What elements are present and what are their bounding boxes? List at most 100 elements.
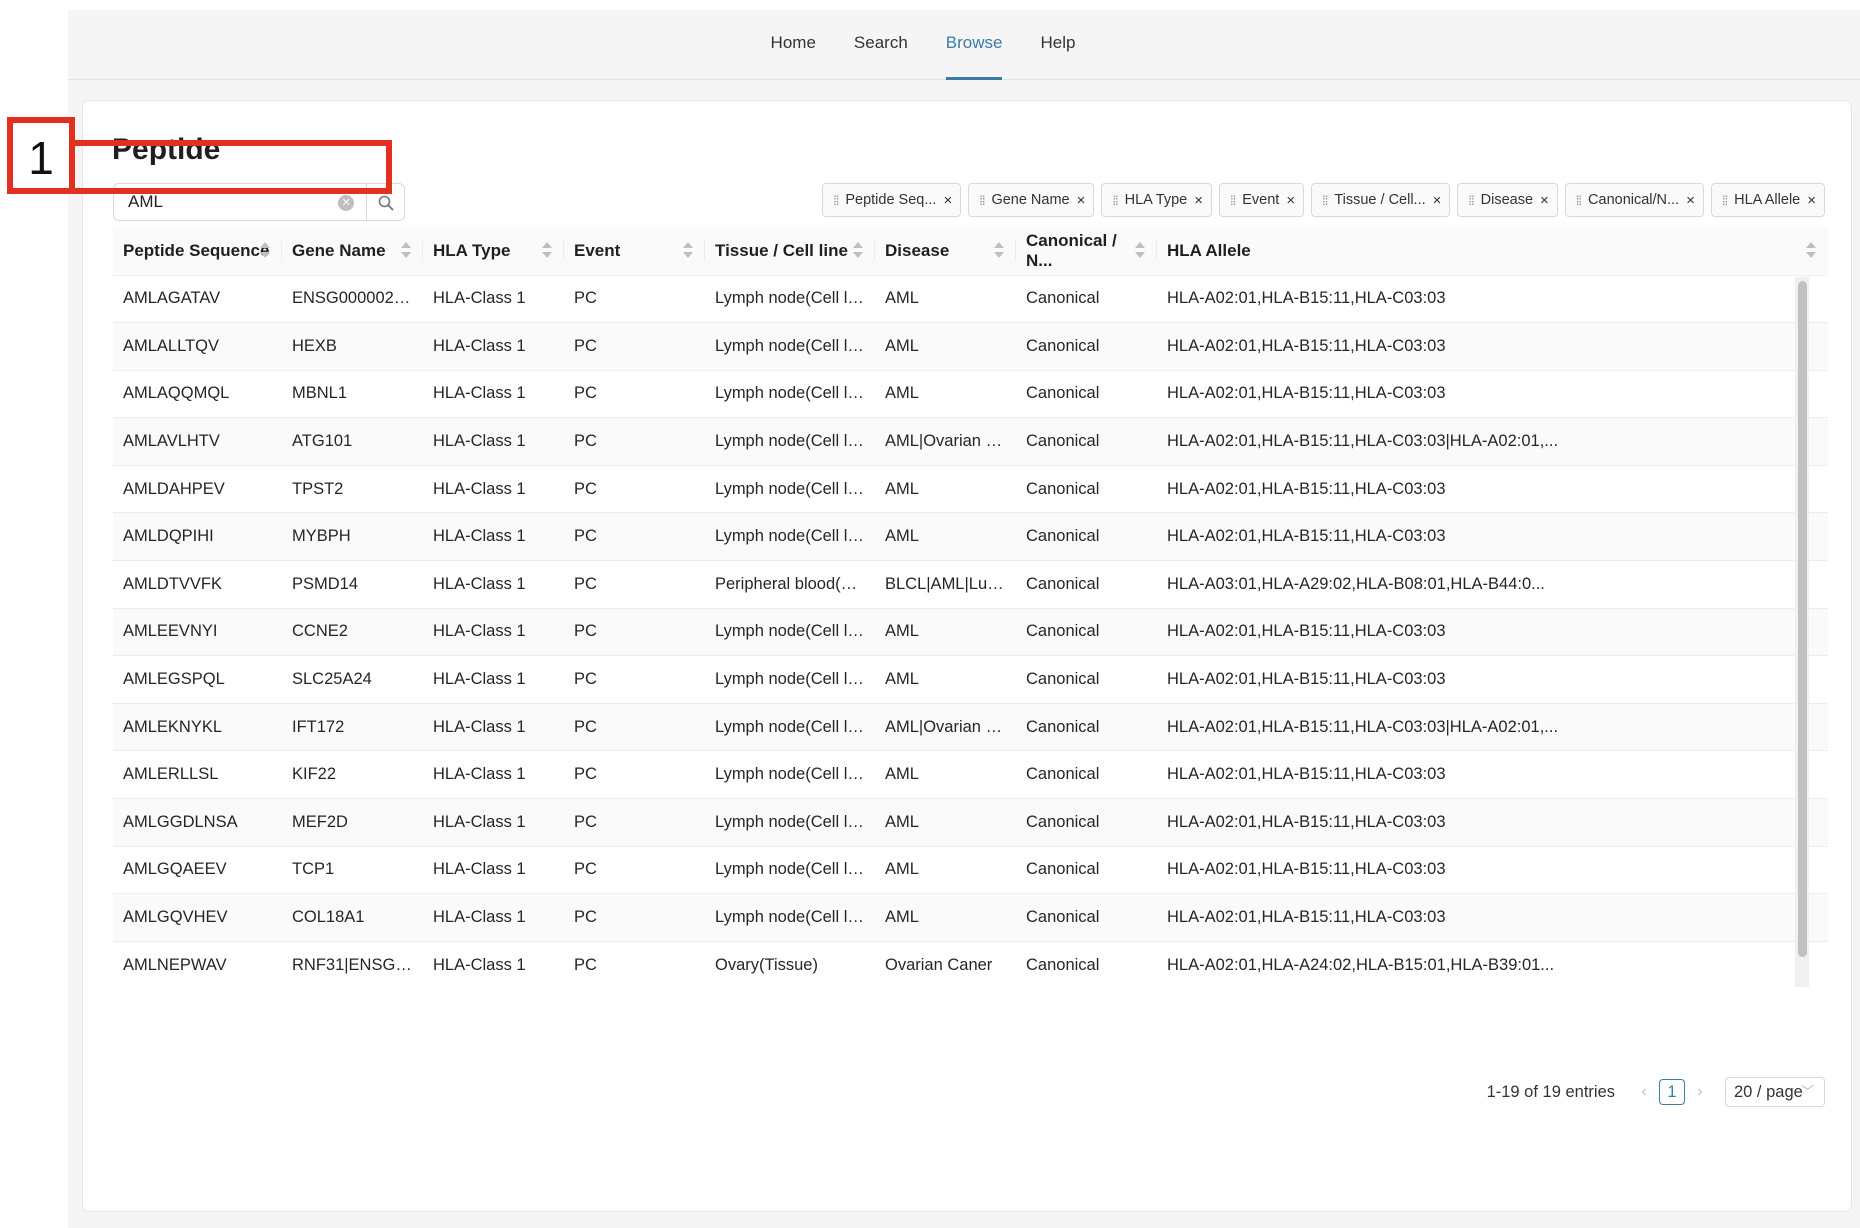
- close-icon[interactable]: ×: [1433, 192, 1442, 209]
- table-cell: AML: [875, 893, 1016, 942]
- sort-icon[interactable]: [542, 242, 552, 260]
- table-row[interactable]: AMLAGATAV ENSG00000283... HLA-Class 1 PC Lym…: [113, 275, 1828, 324]
- close-icon[interactable]: ×: [1686, 192, 1695, 209]
- sort-icon[interactable]: [994, 242, 1004, 260]
- column-header[interactable]: Disease: [875, 227, 1016, 276]
- close-icon[interactable]: ×: [1286, 192, 1295, 209]
- column-chip[interactable]: ⁞⁞ Canonical/N... ×: [1564, 183, 1704, 217]
- table-cell: Canonical: [1016, 512, 1157, 562]
- column-header[interactable]: Event: [564, 227, 705, 276]
- table-cell: AML: [875, 655, 1016, 704]
- column-chips: ⁞⁞ Peptide Seq... × ⁞⁞ Gene Name × ⁞⁞ HLA Type ×…: [822, 183, 1825, 217]
- column-chip-label: Disease: [1480, 192, 1534, 208]
- nav-link-home[interactable]: Home: [752, 10, 835, 80]
- drag-handle-icon[interactable]: ⁞⁞: [1112, 193, 1118, 208]
- drag-handle-icon[interactable]: ⁞⁞: [833, 193, 839, 208]
- table-cell: Lymph node(Cell line): [705, 512, 875, 562]
- sort-icon[interactable]: [683, 242, 693, 260]
- table-row[interactable]: AMLDAHPEV TPST2 HLA-Class 1 PC Lymph node(Ce…: [113, 465, 1828, 514]
- column-header[interactable]: HLA Type: [423, 227, 564, 276]
- column-chip[interactable]: ⁞⁞ Event ×: [1219, 183, 1305, 217]
- table-row[interactable]: AMLEEVNYI CCNE2 HLA-Class 1 PC Lymph node(Ce…: [113, 608, 1828, 657]
- table-cell: AMLDAHPEV: [113, 465, 282, 514]
- table-cell: Canonical: [1016, 846, 1157, 895]
- column-header[interactable]: HLA Allele: [1157, 227, 1828, 276]
- table-row[interactable]: AMLGQVHEV COL18A1 HLA-Class 1 PC Lymph node(…: [113, 893, 1828, 942]
- drag-handle-icon[interactable]: ⁞⁞: [1468, 193, 1474, 208]
- table-cell: Canonical: [1016, 560, 1157, 609]
- table-row[interactable]: AMLAQQMQL MBNL1 HLA-Class 1 PC Lymph node(Ce…: [113, 370, 1828, 419]
- table-cell: Canonical: [1016, 275, 1157, 324]
- table-cell: HLA-Class 1: [423, 798, 564, 847]
- drag-handle-icon[interactable]: ⁞⁞: [979, 193, 985, 208]
- annotation-marker: 1: [7, 117, 75, 194]
- drag-handle-icon[interactable]: ⁞⁞: [1576, 193, 1582, 208]
- table-row[interactable]: AMLNEPWAV RNF31|ENSG000... HLA-Class 1 PC Ov…: [113, 941, 1828, 987]
- table-row[interactable]: AMLALLTQV HEXB HLA-Class 1 PC Lymph node(Cel…: [113, 322, 1828, 371]
- table-cell: PC: [564, 560, 705, 609]
- column-header[interactable]: Gene Name: [282, 227, 423, 276]
- column-chip[interactable]: ⁞⁞ HLA Type ×: [1101, 183, 1212, 217]
- column-chip[interactable]: ⁞⁞ Gene Name ×: [968, 183, 1095, 217]
- table-cell: TCP1: [282, 846, 423, 895]
- table-cell: AML|Ovarian Ca...: [875, 417, 1016, 466]
- sort-icon[interactable]: [1806, 242, 1816, 260]
- scrollbar-thumb[interactable]: [1798, 281, 1807, 957]
- table-cell: Ovarian Caner: [875, 941, 1016, 987]
- table-cell: PC: [564, 703, 705, 752]
- table-row[interactable]: AMLEGSPQL SLC25A24 HLA-Class 1 PC Lymph node…: [113, 655, 1828, 704]
- close-icon[interactable]: ×: [943, 192, 952, 209]
- column-chip[interactable]: ⁞⁞ HLA Allele ×: [1710, 183, 1825, 217]
- column-chip[interactable]: ⁞⁞ Tissue / Cell... ×: [1311, 183, 1451, 217]
- results-table: Peptide Sequence Gene Name HLA Type Event Ti…: [113, 227, 1828, 987]
- close-icon[interactable]: ×: [1807, 192, 1816, 209]
- nav-link-search[interactable]: Search: [835, 10, 927, 80]
- column-header[interactable]: Canonical / N...: [1016, 227, 1157, 276]
- table-cell: Lymph node(Cell line): [705, 370, 875, 419]
- column-chip[interactable]: ⁞⁞ Disease ×: [1457, 183, 1558, 217]
- table-cell: PC: [564, 846, 705, 895]
- page-size-select[interactable]: 20 / page ﹀: [1725, 1077, 1825, 1107]
- table-cell: AMLDTVVFK: [113, 560, 282, 609]
- close-icon[interactable]: ×: [1077, 192, 1086, 209]
- sort-icon[interactable]: [1135, 242, 1145, 260]
- table-cell: AML: [875, 322, 1016, 371]
- column-header-label: Peptide Sequence: [123, 240, 270, 260]
- drag-handle-icon[interactable]: ⁞⁞: [1722, 193, 1728, 208]
- nav-link-browse[interactable]: Browse: [927, 10, 1022, 80]
- table-cell: PC: [564, 750, 705, 800]
- table-cell: PC: [564, 370, 705, 419]
- prev-page-icon[interactable]: ‹: [1633, 1083, 1655, 1101]
- clear-icon[interactable]: ✕: [338, 195, 355, 211]
- table-cell: Canonical: [1016, 465, 1157, 514]
- pagination: 1-19 of 19 entries ‹ 1 › 20 / page ﹀: [1487, 1077, 1825, 1107]
- table-row[interactable]: AMLERLLSL KIF22 HLA-Class 1 PC Lymph node(Ce…: [113, 750, 1828, 800]
- column-chip[interactable]: ⁞⁞ Peptide Seq... ×: [822, 183, 962, 217]
- sort-icon[interactable]: [260, 242, 270, 260]
- table-row[interactable]: AMLEKNYKL IFT172 HLA-Class 1 PC Lymph node(C…: [113, 703, 1828, 752]
- table-row[interactable]: AMLGQAEEV TCP1 HLA-Class 1 PC Lymph node(Cel…: [113, 846, 1828, 895]
- close-icon[interactable]: ×: [1194, 192, 1203, 209]
- table-cell: HLA-Class 1: [423, 275, 564, 324]
- table-scrollbar[interactable]: [1795, 277, 1809, 987]
- drag-handle-icon[interactable]: ⁞⁞: [1230, 193, 1236, 208]
- table-cell: PC: [564, 608, 705, 657]
- sort-icon[interactable]: [853, 242, 863, 260]
- table-cell: AML: [875, 512, 1016, 562]
- table-row[interactable]: AMLDTVVFK PSMD14 HLA-Class 1 PC Peripheral b…: [113, 560, 1828, 609]
- table-cell: AML|Ovarian Ca...: [875, 703, 1016, 752]
- column-header[interactable]: Tissue / Cell line: [705, 227, 875, 276]
- table-row[interactable]: AMLGGDLNSA MEF2D HLA-Class 1 PC Lymph node(C…: [113, 798, 1828, 847]
- close-icon[interactable]: ×: [1540, 192, 1549, 209]
- sort-icon[interactable]: [401, 242, 411, 260]
- nav-link-help[interactable]: Help: [1021, 10, 1094, 80]
- table-cell: AML: [875, 846, 1016, 895]
- column-header[interactable]: Peptide Sequence: [113, 227, 282, 276]
- page-button-current[interactable]: 1: [1659, 1079, 1685, 1105]
- table-cell: Lymph node(Cell line): [705, 750, 875, 800]
- table-cell: HLA-A02:01,HLA-B15:11,HLA-C03:03|HLA-A02…: [1157, 703, 1828, 752]
- drag-handle-icon[interactable]: ⁞⁞: [1322, 193, 1328, 208]
- table-row[interactable]: AMLAVLHTV ATG101 HLA-Class 1 PC Lymph node(C…: [113, 417, 1828, 466]
- next-page-icon[interactable]: ›: [1689, 1083, 1711, 1101]
- table-row[interactable]: AMLDQPIHI MYBPH HLA-Class 1 PC Lymph node(Ce…: [113, 512, 1828, 562]
